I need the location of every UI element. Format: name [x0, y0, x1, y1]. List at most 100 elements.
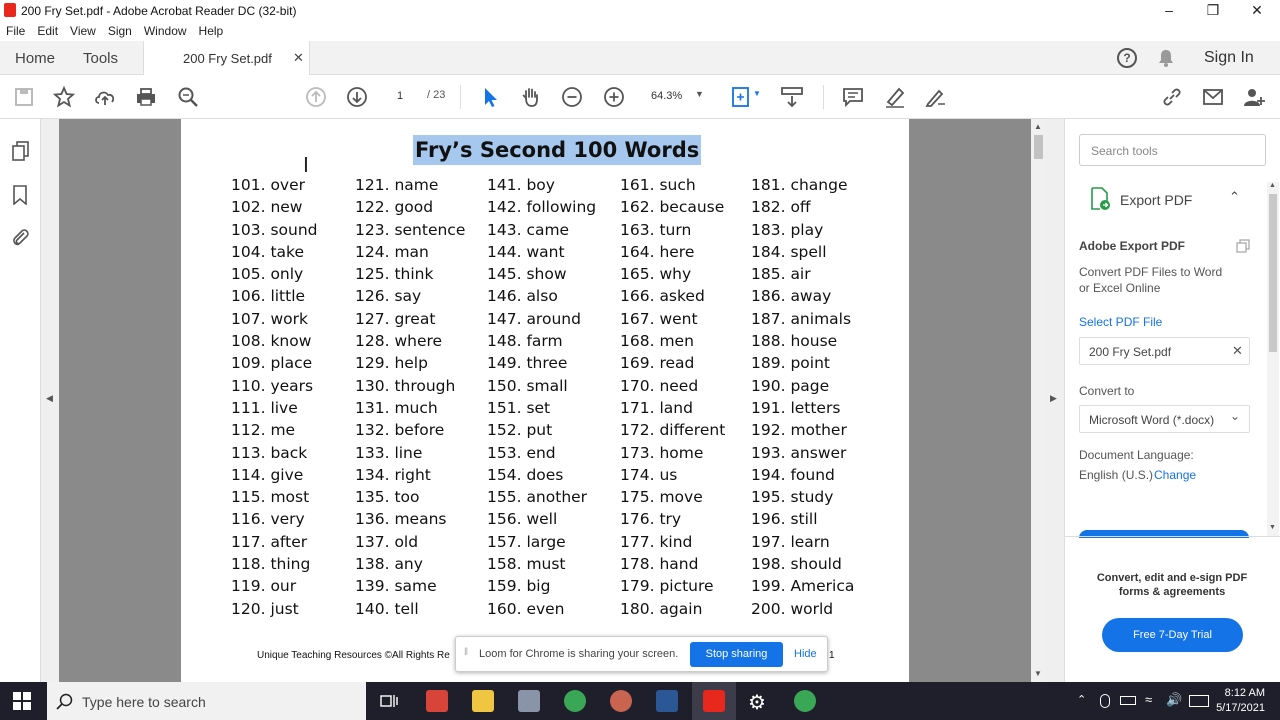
- hand-tool-icon[interactable]: [519, 85, 543, 109]
- highlight-pen-icon[interactable]: [883, 85, 907, 109]
- menu-edit[interactable]: Edit: [31, 21, 64, 38]
- collapse-left-arrow-icon[interactable]: ◀: [46, 393, 53, 404]
- search-document-icon[interactable]: [176, 85, 200, 109]
- acrobat-taskbar-active[interactable]: [692, 682, 736, 720]
- comment-icon[interactable]: [841, 85, 865, 109]
- zoom-in-icon[interactable]: [602, 85, 626, 109]
- add-user-icon[interactable]: [1242, 85, 1266, 109]
- paint-icon[interactable]: [610, 690, 632, 712]
- tab-home[interactable]: Home: [15, 50, 55, 67]
- pane-scroll-up-icon[interactable]: ▲: [1269, 182, 1276, 189]
- bookmark-star-icon[interactable]: [52, 85, 76, 109]
- hide-button[interactable]: Hide: [794, 648, 817, 660]
- next-page-icon[interactable]: [345, 85, 369, 109]
- tab-document[interactable]: 200 Fry Set.pdf ✕: [143, 41, 310, 75]
- word-item: 200. world: [751, 599, 834, 618]
- word-item: 182. off: [751, 198, 811, 217]
- menu-file[interactable]: File: [0, 21, 31, 38]
- save-icon[interactable]: [12, 85, 36, 109]
- menu-sign[interactable]: Sign: [102, 21, 138, 38]
- sign-in-button[interactable]: Sign In: [1204, 49, 1254, 67]
- email-icon[interactable]: [1201, 85, 1225, 109]
- chrome-icon[interactable]: [564, 690, 586, 712]
- scroll-down-arrow-icon[interactable]: ▼: [1034, 669, 1042, 678]
- volume-icon[interactable]: 🔊: [1166, 692, 1182, 708]
- upload-cloud-icon[interactable]: [93, 85, 117, 109]
- task-view-icon[interactable]: [380, 693, 398, 709]
- page-thumbnails-icon[interactable]: [12, 141, 30, 166]
- keyboard-icon[interactable]: [1189, 695, 1209, 707]
- attachments-icon[interactable]: [11, 227, 29, 252]
- zoom-out-icon[interactable]: [560, 85, 584, 109]
- menu-window[interactable]: Window: [138, 21, 193, 38]
- word-item: 144. want: [487, 242, 565, 261]
- word-item: 128. where: [355, 332, 443, 351]
- snipping-tool-icon[interactable]: [426, 690, 448, 712]
- calculator-icon[interactable]: [518, 690, 540, 712]
- format-chevron-down-icon[interactable]: ⌄: [1230, 409, 1240, 423]
- help-icon[interactable]: ?: [1117, 48, 1137, 68]
- export-pdf-label[interactable]: Export PDF: [1120, 192, 1192, 208]
- pane-scroll-down-icon[interactable]: ▼: [1269, 524, 1276, 531]
- right-pane-collapse-bar[interactable]: ▶: [1046, 119, 1064, 682]
- share-link-icon[interactable]: [1160, 85, 1184, 109]
- close-tab-icon[interactable]: ✕: [293, 50, 304, 66]
- word-item: 136. means: [355, 510, 447, 529]
- windows-start-icon[interactable]: [13, 692, 31, 710]
- bell-icon[interactable]: [1158, 49, 1174, 67]
- tab-tools[interactable]: Tools: [83, 50, 118, 67]
- toolbar-divider: [823, 85, 824, 109]
- word-item: 180. again: [620, 599, 703, 618]
- copy-icon[interactable]: [1236, 239, 1250, 253]
- word-item: 181. change: [751, 176, 848, 194]
- menu-view[interactable]: View: [64, 21, 102, 38]
- taskbar-search-box[interactable]: Type here to search: [47, 682, 366, 720]
- pane-scrollbar-thumb[interactable]: [1269, 194, 1277, 352]
- microphone-icon[interactable]: [1100, 694, 1110, 708]
- convert-format-select[interactable]: Microsoft Word (*.docx) ⌄: [1079, 405, 1250, 433]
- scrollbar-thumb[interactable]: [1034, 135, 1043, 159]
- battery-icon[interactable]: [1120, 696, 1136, 705]
- collapse-right-arrow-icon[interactable]: ▶: [1050, 393, 1057, 404]
- word-item: 189. point: [751, 354, 830, 373]
- file-explorer-icon[interactable]: [472, 690, 494, 712]
- scroll-mode-icon[interactable]: [780, 85, 804, 109]
- word-item: 120. just: [231, 599, 299, 618]
- fit-dropdown-chevron-icon[interactable]: ▼: [753, 89, 761, 98]
- drag-handle-icon[interactable]: ‖: [464, 647, 468, 658]
- tray-overflow-chevron-icon[interactable]: ⌃: [1077, 693, 1086, 706]
- change-language-link[interactable]: Change: [1154, 468, 1196, 482]
- clock[interactable]: 8:12 AM 5/17/2021: [1213, 686, 1265, 716]
- free-trial-button[interactable]: Free 7-Day Trial: [1102, 618, 1243, 652]
- chrome-icon[interactable]: [794, 690, 816, 712]
- minimize-icon[interactable]: –: [1146, 0, 1192, 21]
- word-item: 194. found: [751, 465, 835, 484]
- menu-help[interactable]: Help: [193, 21, 230, 38]
- print-icon[interactable]: [134, 85, 158, 109]
- sign-pen-icon[interactable]: [924, 85, 948, 109]
- settings-gear-icon[interactable]: ⚙: [748, 690, 766, 715]
- zoom-level-select[interactable]: 64.3%: [651, 90, 682, 102]
- select-pdf-file-link[interactable]: Select PDF File: [1079, 315, 1162, 329]
- word-icon[interactable]: [656, 690, 678, 712]
- select-cursor-icon[interactable]: [479, 85, 503, 109]
- word-item: 141. boy: [487, 176, 555, 194]
- zoom-dropdown-chevron-icon[interactable]: ▼: [695, 89, 704, 99]
- selected-file-field[interactable]: 200 Fry Set.pdf ✕: [1079, 337, 1250, 365]
- page-number-input[interactable]: 1: [383, 85, 417, 107]
- stop-sharing-button[interactable]: Stop sharing: [690, 642, 783, 667]
- clear-file-icon[interactable]: ✕: [1232, 343, 1243, 359]
- close-window-icon[interactable]: ✕: [1234, 0, 1280, 21]
- word-item: 156. well: [487, 510, 558, 529]
- scroll-up-arrow-icon[interactable]: ▲: [1034, 122, 1042, 131]
- tools-pane-scrollbar[interactable]: ▲ ▼: [1267, 182, 1279, 536]
- search-tools-input[interactable]: Search tools: [1079, 134, 1266, 166]
- bookmarks-icon[interactable]: [13, 185, 27, 210]
- previous-page-icon[interactable]: [304, 85, 328, 109]
- restore-icon[interactable]: ❐: [1190, 0, 1236, 21]
- wifi-icon[interactable]: ≈: [1145, 692, 1152, 707]
- fit-page-icon[interactable]: [730, 85, 754, 109]
- collapse-chevron-up-icon[interactable]: ⌃: [1229, 189, 1240, 205]
- document-scrollbar[interactable]: ▲ ▼: [1031, 119, 1046, 682]
- left-pane-collapse-bar[interactable]: ◀: [41, 119, 59, 682]
